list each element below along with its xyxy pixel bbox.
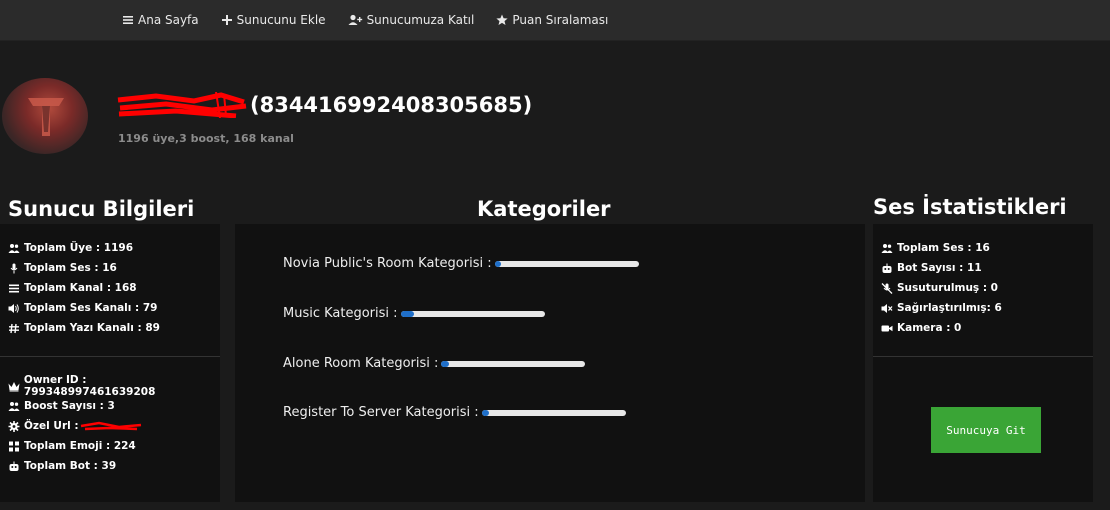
top-navbar: Ana Sayfa Sunucunu Ekle Sunucumuza Katıl…: [0, 0, 1110, 41]
category-row: Register To Server Kategorisi :: [283, 405, 626, 420]
grid-icon: [8, 441, 21, 452]
nav-item-label: Puan Sıralaması: [512, 13, 609, 27]
nav-item-add-server[interactable]: Sunucunu Ekle: [221, 13, 326, 27]
users-icon: [8, 401, 21, 412]
gear-icon: [8, 420, 21, 432]
speaker-muted-icon: [881, 303, 894, 314]
microphone-icon: [8, 263, 21, 274]
button-area: Sunucuya Git: [873, 357, 1093, 502]
redacted-server-name: [116, 91, 248, 119]
info-list-bottom: Owner ID : 799348997461639208 Boost Sayı…: [8, 374, 220, 476]
go-to-server-button[interactable]: Sunucuya Git: [931, 407, 1041, 453]
category-progress-bar: [400, 310, 545, 317]
info-total-voice: Toplam Ses : 16: [8, 258, 160, 278]
info-owner-id: Owner ID : 799348997461639208: [8, 374, 220, 398]
info-text-channels: Toplam Yazı Kanalı : 89: [8, 318, 160, 338]
info-voice-channels: Toplam Ses Kanalı : 79: [8, 298, 160, 318]
hash-icon: [8, 323, 21, 334]
nav-item-label: Sunucunu Ekle: [236, 13, 326, 27]
bars-icon: [122, 14, 134, 26]
mic-muted-icon: [881, 282, 894, 294]
info-total-members: Toplam Üye : 1196: [8, 238, 160, 258]
server-avatar: [2, 78, 88, 154]
crown-icon: [8, 381, 21, 392]
info-total-emoji: Toplam Emoji : 224: [8, 436, 220, 456]
categories-panel: Novia Public's Room Kategorisi : Music K…: [235, 224, 865, 502]
voice-stats-list: Toplam Ses : 16 Bot Sayısı : 11 Susuturu…: [881, 238, 1002, 338]
info-total-channels: Toplam Kanal : 168: [8, 278, 160, 298]
server-id: (834416992408305685): [250, 93, 533, 117]
stat-muted: Susuturulmuş : 0: [881, 278, 1002, 298]
heading-server-info: Sunucu Bilgileri: [8, 197, 195, 221]
heading-categories: Kategoriler: [477, 197, 611, 221]
nav-item-label: Sunucumuza Katıl: [366, 13, 475, 27]
camera-icon: [881, 323, 894, 334]
category-progress-bar: [494, 260, 639, 267]
category-row: Music Kategorisi :: [283, 306, 545, 321]
robot-icon: [881, 263, 894, 274]
voice-stats-panel: Toplam Ses : 16 Bot Sayısı : 11 Susuturu…: [873, 224, 1093, 502]
stat-camera: Kamera : 0: [881, 318, 1002, 338]
category-progress-bar: [481, 409, 626, 416]
nav-item-home[interactable]: Ana Sayfa: [122, 13, 199, 27]
info-vanity-url: Özel Url :: [8, 416, 220, 436]
redacted-vanity-url: [79, 420, 143, 432]
info-total-bots: Toplam Bot : 39: [8, 456, 220, 476]
nav-item-join[interactable]: Sunucumuza Katıl: [348, 13, 475, 27]
heading-voice-stats: Ses İstatistikleri: [873, 195, 1067, 219]
stat-bot-count: Bot Sayısı : 11: [881, 258, 1002, 278]
nav-item-leaderboard[interactable]: Puan Sıralaması: [496, 13, 608, 27]
server-logo-icon: [28, 98, 64, 136]
user-plus-icon: [348, 14, 363, 26]
robot-icon: [8, 461, 21, 472]
server-summary: 1196 üye,3 boost, 168 kanal: [118, 132, 294, 145]
volume-icon: [8, 303, 21, 314]
nav-item-label: Ana Sayfa: [138, 13, 199, 27]
server-title: (834416992408305685): [116, 91, 533, 119]
info-boost-count: Boost Sayısı : 3: [8, 396, 220, 416]
list-icon: [8, 283, 21, 294]
star-icon: [496, 14, 508, 26]
info-list-top: Toplam Üye : 1196 Toplam Ses : 16 Toplam…: [8, 238, 160, 338]
server-info-panel: Toplam Üye : 1196 Toplam Ses : 16 Toplam…: [0, 224, 220, 502]
info-divider: [0, 356, 220, 357]
plus-icon: [221, 14, 233, 26]
category-row: Novia Public's Room Kategorisi :: [283, 256, 639, 271]
stat-total-voice: Toplam Ses : 16: [881, 238, 1002, 258]
category-progress-bar: [441, 360, 586, 367]
stat-deafened: Sağırlaştırılmış: 6: [881, 298, 1002, 318]
category-row: Alone Room Kategorisi :: [283, 356, 586, 371]
nav-menu: Ana Sayfa Sunucunu Ekle Sunucumuza Katıl…: [122, 0, 630, 40]
users-icon: [881, 243, 894, 254]
users-icon: [8, 243, 21, 254]
